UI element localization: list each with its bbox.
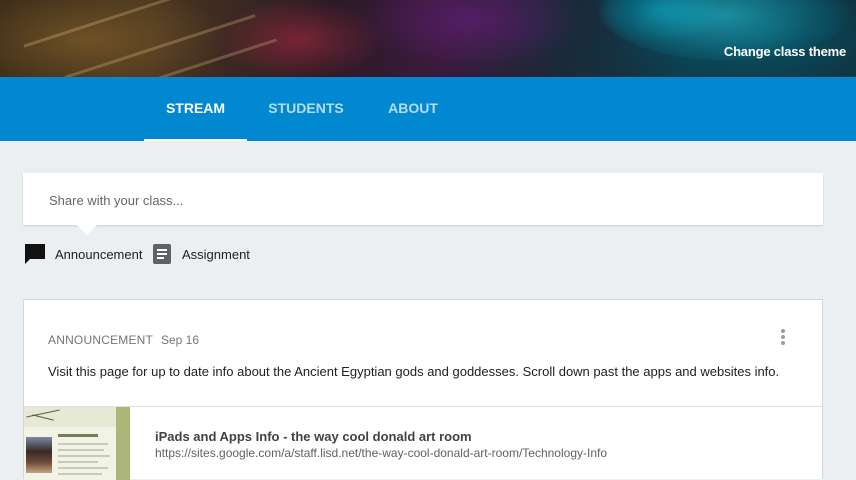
tab-about[interactable]: ABOUT [378, 77, 448, 141]
assignment-label: Assignment [182, 246, 250, 262]
tab-bar: STREAM STUDENTS ABOUT [0, 77, 856, 141]
change-class-theme-link[interactable]: Change class theme [724, 44, 846, 59]
attachment-title[interactable]: iPads and Apps Info - the way cool donal… [155, 429, 472, 444]
share-input[interactable] [47, 189, 791, 211]
share-box[interactable] [23, 173, 823, 225]
class-banner: Change class theme [0, 0, 856, 77]
attachment-url: https://sites.google.com/a/staff.lisd.ne… [155, 446, 608, 460]
attachment-thumbnail [24, 407, 130, 480]
post-date: Sep 16 [161, 333, 200, 347]
assignment-icon [151, 243, 173, 265]
more-options-icon[interactable] [776, 328, 790, 346]
announcement-post: ANNOUNCEMENT Sep 16 Visit this page for … [23, 299, 823, 480]
tab-students[interactable]: STUDENTS [258, 77, 354, 141]
link-attachment[interactable]: iPads and Apps Info - the way cool donal… [24, 406, 822, 480]
announcement-icon [24, 243, 46, 265]
post-type-label: ANNOUNCEMENT [48, 333, 154, 347]
assignment-option[interactable]: Assignment [151, 243, 250, 265]
tab-stream[interactable]: STREAM [144, 77, 247, 141]
announcement-option[interactable]: Announcement [24, 243, 142, 265]
post-body-text: Visit this page for up to date info abou… [48, 364, 780, 379]
share-box-pointer [77, 225, 97, 235]
announcement-label: Announcement [55, 246, 143, 262]
